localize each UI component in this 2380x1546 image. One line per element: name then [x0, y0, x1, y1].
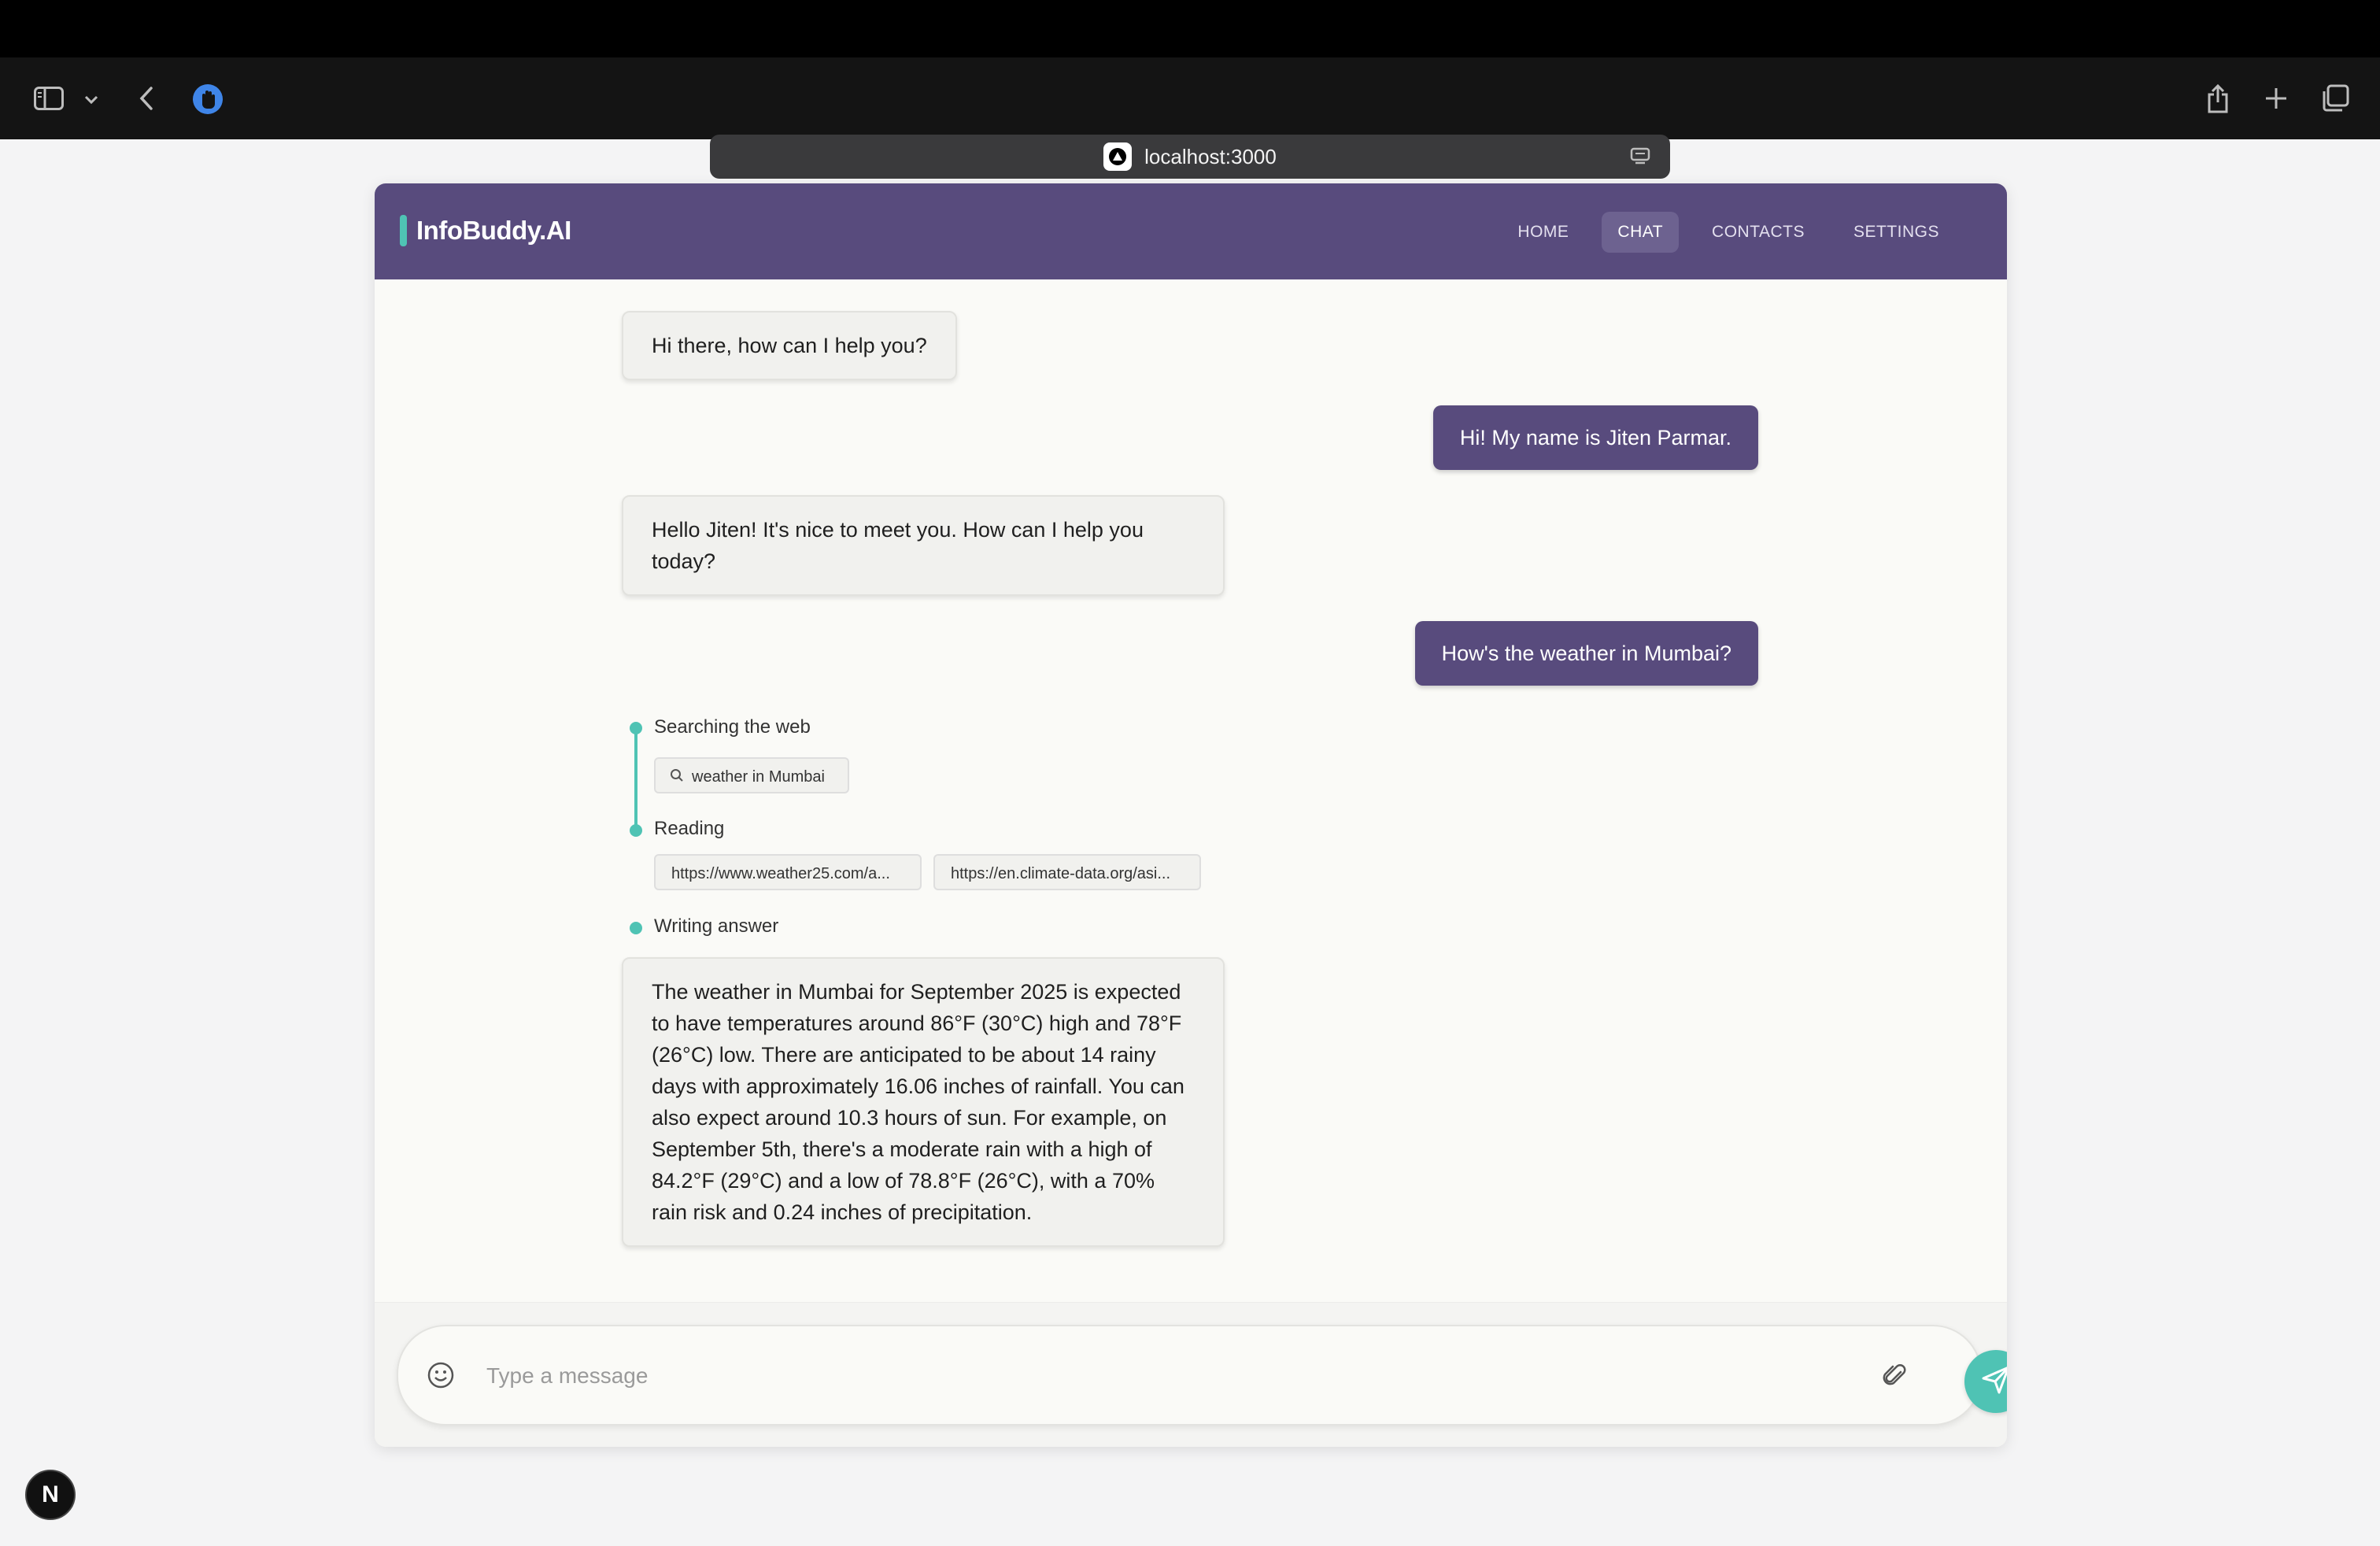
- privacy-hand-icon[interactable]: [190, 82, 225, 117]
- brand-name: InfoBuddy.AI: [416, 216, 571, 245]
- share-icon[interactable]: [2202, 80, 2234, 117]
- search-query-text: weather in Mumbai: [692, 768, 825, 786]
- step-searching-label: Searching the web: [654, 716, 811, 738]
- chat-app: InfoBuddy.AI HOME CHAT CONTACTS SETTINGS…: [375, 183, 2007, 1447]
- sidebar-toggle-icon[interactable]: [31, 81, 66, 116]
- search-query-chip[interactable]: weather in Mumbai: [654, 757, 849, 793]
- user-message: How's the weather in Mumbai?: [1414, 621, 1758, 686]
- address-bar[interactable]: localhost:3000: [710, 135, 1670, 179]
- step-dot: [630, 922, 642, 934]
- reader-mode-icon[interactable]: [1628, 144, 1653, 169]
- attachment-icon[interactable]: [1879, 1359, 1911, 1391]
- steps-timeline-line: [634, 730, 638, 830]
- bot-answer-message: The weather in Mumbai for September 2025…: [622, 957, 1225, 1247]
- composer-area: [375, 1302, 2007, 1447]
- step-reading-label: Reading: [654, 818, 725, 839]
- bot-message: Hi there, how can I help you?: [622, 311, 957, 380]
- tab-overview-icon[interactable]: [2319, 82, 2352, 115]
- url-text: localhost:3000: [1144, 144, 1277, 168]
- browser-toolbar: localhost:3000: [0, 57, 2380, 179]
- brand-accent-bar: [400, 215, 407, 246]
- emoji-icon[interactable]: [425, 1359, 456, 1391]
- bot-message: Hello Jiten! It's nice to meet you. How …: [622, 495, 1225, 596]
- send-button[interactable]: [1964, 1350, 2007, 1413]
- source-link[interactable]: https://en.climate-data.org/asi...: [933, 854, 1201, 890]
- system-menu-bar: [0, 0, 2380, 57]
- user-message: Hi! My name is Jiten Parmar.: [1432, 405, 1758, 470]
- search-icon: [670, 760, 684, 792]
- chevron-down-icon[interactable]: [80, 89, 102, 111]
- source-link[interactable]: https://www.weather25.com/a...: [654, 854, 922, 890]
- nav-settings[interactable]: SETTINGS: [1838, 212, 1955, 253]
- new-tab-icon[interactable]: [2260, 83, 2292, 114]
- brand[interactable]: InfoBuddy.AI: [400, 215, 571, 246]
- dev-tools-badge[interactable]: N: [25, 1470, 76, 1520]
- step-writing-label: Writing answer: [654, 915, 779, 937]
- nav-chat[interactable]: CHAT: [1602, 212, 1680, 253]
- step-dot: [630, 722, 642, 734]
- nav-home[interactable]: HOME: [1502, 212, 1584, 253]
- back-icon[interactable]: [131, 81, 162, 116]
- message-input[interactable]: [485, 1353, 1779, 1399]
- send-icon: [1980, 1364, 2007, 1400]
- site-favicon-icon: [1103, 142, 1133, 171]
- nav-contacts[interactable]: CONTACTS: [1696, 212, 1820, 253]
- composer: [397, 1325, 2007, 1426]
- main-nav: HOME CHAT CONTACTS SETTINGS: [1502, 212, 1955, 253]
- step-dot: [630, 824, 642, 837]
- app-header: InfoBuddy.AI HOME CHAT CONTACTS SETTINGS: [375, 183, 2007, 279]
